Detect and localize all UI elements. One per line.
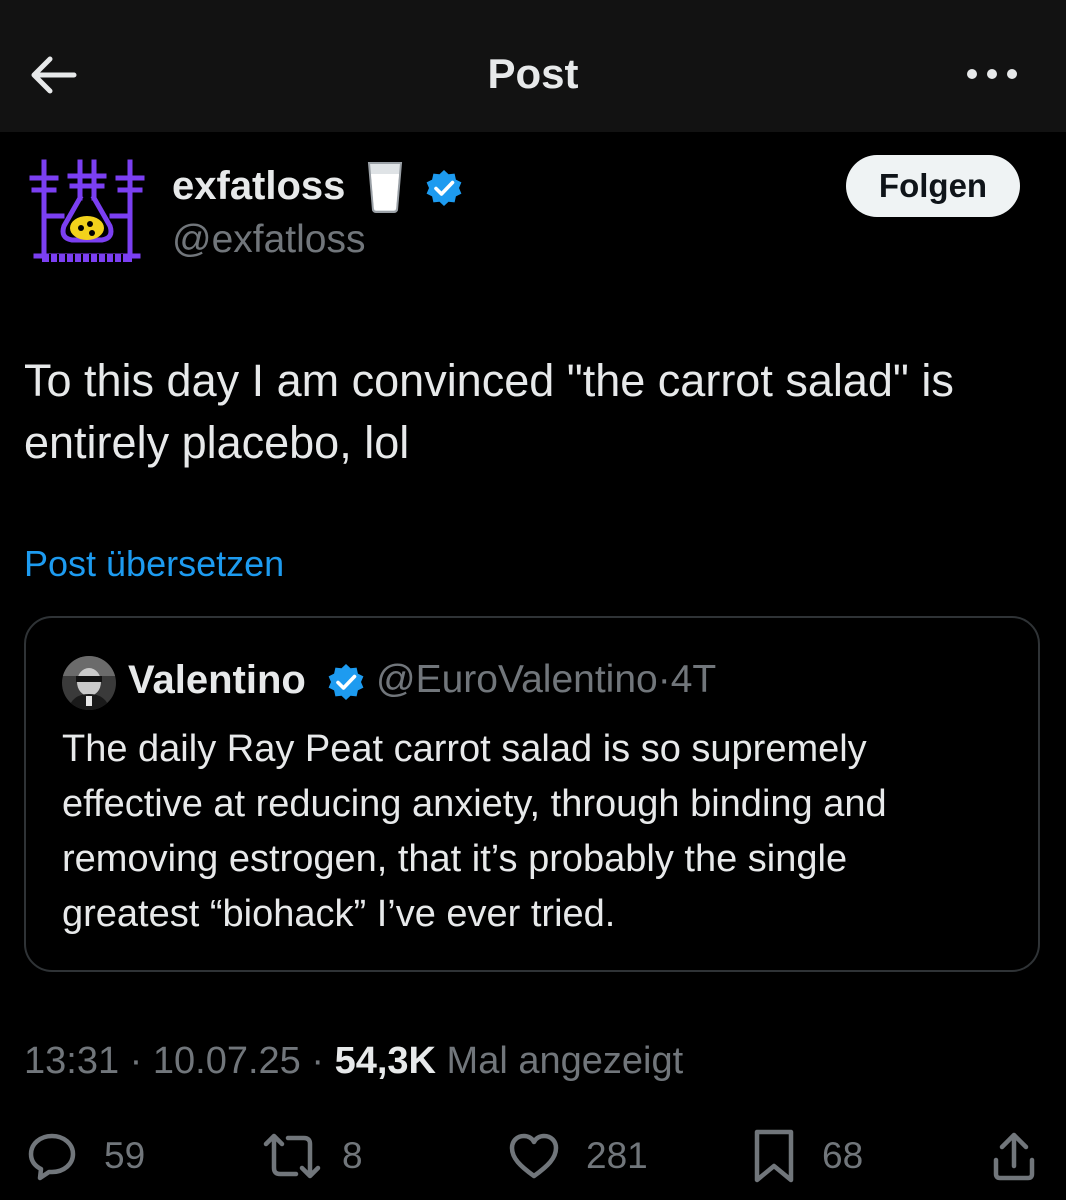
share-button[interactable] <box>990 1128 1038 1184</box>
post-text-line: entirely placebo, lol <box>24 417 410 468</box>
author-name[interactable]: exfatloss <box>172 164 345 209</box>
share-icon <box>993 1132 1035 1181</box>
quote-author-name[interactable]: Valentino <box>128 658 306 703</box>
author-avatar[interactable] <box>26 156 148 270</box>
quoted-post-card[interactable]: Valentino @EuroValentino·4T The daily Ra… <box>24 616 1040 972</box>
like-count: 281 <box>586 1135 648 1176</box>
quote-age: 4T <box>670 658 717 701</box>
bookmark-count: 68 <box>822 1135 864 1176</box>
milk-glass-icon <box>366 160 404 214</box>
views-label: Mal angezeigt <box>446 1040 684 1082</box>
verified-badge-icon[interactable] <box>424 168 464 208</box>
bookmark-icon <box>754 1129 794 1183</box>
translate-post-link[interactable]: Post übersetzen <box>24 543 284 585</box>
heart-icon <box>509 1133 559 1179</box>
top-bar: Post <box>0 0 1066 132</box>
reply-button[interactable]: 59 <box>26 1128 145 1184</box>
views-count[interactable]: 54,3K <box>335 1040 436 1082</box>
like-button[interactable]: 281 <box>508 1128 648 1184</box>
post-text-line: To this day I am convinced "the carrot s… <box>24 355 954 406</box>
quote-text-line: The daily Ray Peat carrot salad is so su… <box>62 728 867 770</box>
meta-separator: · <box>129 1040 143 1082</box>
quote-author-handle[interactable]: @EuroValentino <box>376 658 658 701</box>
reply-count: 59 <box>104 1135 146 1176</box>
post-time: 13:31 <box>24 1040 120 1082</box>
quote-verified-badge-icon <box>326 662 366 702</box>
quote-text-line: effective at reducing anxiety, through b… <box>62 783 887 825</box>
post-date: 10.07.25 <box>152 1040 301 1082</box>
author-handle[interactable]: @exfatloss <box>172 218 366 262</box>
quote-separator: · <box>657 658 671 701</box>
repost-icon <box>263 1133 321 1179</box>
post-metadata: 13:31 · 10.07.25 · 54,3K Mal angezeigt <box>24 1040 683 1083</box>
follow-button[interactable]: Folgen <box>846 155 1020 217</box>
repost-count: 8 <box>342 1135 363 1176</box>
page-title: Post <box>487 50 579 97</box>
quote-text-line: greatest “biohack” I’ve ever tried. <box>62 893 616 935</box>
quote-text: The daily Ray Peat carrot salad is so su… <box>62 722 1022 942</box>
more-options-icon[interactable] <box>964 60 1020 88</box>
quote-author-avatar[interactable] <box>62 656 116 710</box>
meta-separator: · <box>311 1040 325 1082</box>
bookmark-button[interactable]: 68 <box>752 1128 863 1184</box>
quote-meta: @EuroValentino·4T <box>376 658 716 702</box>
repost-button[interactable]: 8 <box>262 1128 363 1184</box>
post-text: To this day I am convinced "the carrot s… <box>24 350 1034 474</box>
quote-text-line: removing estrogen, that it’s probably th… <box>62 838 848 880</box>
reply-icon <box>28 1133 76 1181</box>
